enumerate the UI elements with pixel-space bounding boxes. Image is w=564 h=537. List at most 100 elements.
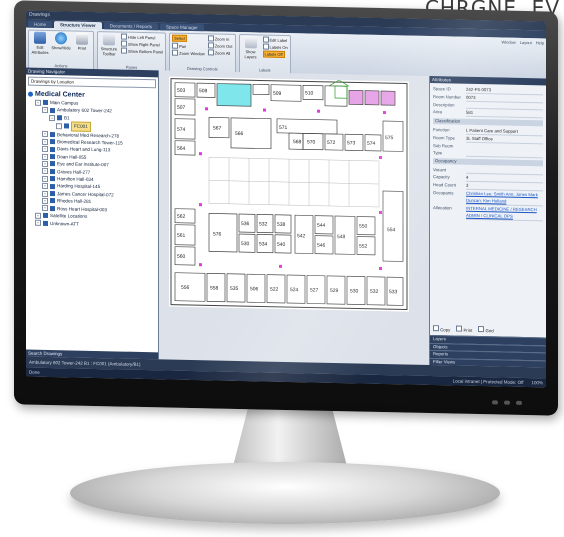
room-number[interactable]: 524: [290, 287, 299, 293]
room-number[interactable]: 561: [177, 233, 186, 239]
expand-icon[interactable]: +: [42, 197, 48, 204]
pan-tool-button[interactable]: Pan: [172, 42, 205, 50]
room-number[interactable]: 572: [327, 140, 336, 146]
expand-icon[interactable]: +: [42, 131, 48, 138]
room-number[interactable]: 556: [181, 285, 190, 291]
room-number[interactable]: 509: [273, 91, 282, 97]
room-number[interactable]: 571: [279, 125, 288, 131]
monitor-button[interactable]: [492, 400, 498, 405]
room-number[interactable]: 503: [177, 88, 186, 94]
room-number[interactable]: 527: [310, 288, 319, 294]
print-button[interactable]: Print: [73, 32, 91, 51]
attribute-value[interactable]: INTERNAL MEDICINE / RESEARCH ADMIN / CLI…: [466, 204, 543, 222]
room-number[interactable]: 554: [387, 227, 396, 233]
room-number[interactable]: 522: [270, 287, 279, 293]
layout-menu[interactable]: Layout: [520, 40, 532, 45]
floor-plan[interactable]: 503 507 508 509 510 574 564 562 561 560 566 567 568 5…: [169, 76, 409, 312]
grid-checkbox[interactable]: Grid: [478, 326, 494, 334]
monitor-button[interactable]: [504, 400, 510, 405]
copy-checkbox[interactable]: Copy: [433, 325, 450, 333]
expand-icon[interactable]: +: [35, 99, 41, 106]
room-number[interactable]: 566: [235, 131, 244, 137]
room-number[interactable]: 540: [277, 242, 286, 248]
room-number[interactable]: 546: [317, 243, 326, 249]
expand-icon[interactable]: +: [42, 106, 48, 114]
attribute-value[interactable]: 581: [466, 108, 543, 119]
show-layers-button[interactable]: Show Layers: [242, 36, 260, 59]
tab-home[interactable]: Home: [28, 20, 53, 29]
room-number[interactable]: 562: [177, 214, 186, 220]
zoom-out-button[interactable]: Zoom Out: [207, 42, 233, 49]
zoom-all-button[interactable]: Zoom All: [207, 49, 233, 56]
monitor-power-button[interactable]: [516, 400, 522, 405]
labels-on-button[interactable]: Labels On: [262, 43, 288, 51]
expand-icon[interactable]: +: [42, 190, 48, 197]
room-number[interactable]: 573: [347, 140, 356, 146]
room-number[interactable]: 507: [177, 105, 186, 111]
room-number[interactable]: 538: [277, 222, 286, 228]
expand-icon[interactable]: +: [42, 138, 48, 145]
edit-attributes-button[interactable]: Edit Attributes: [31, 31, 49, 55]
expand-icon[interactable]: [56, 123, 62, 130]
tree-item[interactable]: + Unknown-ATT: [28, 219, 156, 229]
show-bottom-panel-checkbox[interactable]: Show Bottom Panel: [121, 47, 163, 55]
room-number[interactable]: 532: [259, 221, 268, 227]
expand-icon[interactable]: +: [42, 175, 48, 182]
room-number[interactable]: 530: [350, 288, 359, 294]
hide-left-panel-checkbox[interactable]: Hide Left Panel: [121, 33, 163, 41]
room-number[interactable]: 535: [230, 286, 239, 292]
room-number[interactable]: 568: [293, 139, 302, 145]
room-number[interactable]: 558: [210, 285, 219, 291]
room-number[interactable]: 536: [241, 221, 250, 227]
select-tool-button[interactable]: Select: [172, 34, 205, 43]
expand-icon[interactable]: +: [42, 160, 48, 167]
attribute-value[interactable]: Christian Lee; Smith Ann; Jones Mark Dun…: [466, 189, 543, 207]
drawings-by-combo[interactable]: Drawings by Location: [28, 76, 156, 89]
expand-icon[interactable]: +: [42, 146, 48, 153]
show-right-panel-checkbox[interactable]: Show Right Panel: [121, 40, 163, 48]
edit-label-button[interactable]: Edit Label: [262, 36, 288, 44]
room-number[interactable]: 544: [317, 223, 326, 229]
room-number[interactable]: 530: [241, 241, 250, 247]
structure-toolbar-button[interactable]: Structure Toolbar: [100, 33, 118, 56]
room-number[interactable]: 550: [359, 224, 368, 230]
attribute-value[interactable]: [466, 142, 543, 159]
room-number[interactable]: 567: [213, 125, 222, 131]
room-number[interactable]: 576: [213, 231, 222, 237]
expand-icon[interactable]: +: [42, 153, 48, 160]
zoom-in-button[interactable]: Zoom In: [207, 35, 233, 42]
room-number[interactable]: 510: [305, 90, 314, 96]
room-number[interactable]: 508: [199, 88, 208, 94]
expand-icon[interactable]: +: [49, 114, 55, 121]
room-number[interactable]: 560: [177, 254, 186, 260]
room-number[interactable]: 532: [370, 289, 379, 295]
room-number[interactable]: 564: [177, 146, 186, 152]
tab-space-manager[interactable]: Space Manager: [159, 23, 204, 32]
help-menu[interactable]: Help: [536, 40, 544, 45]
print-checkbox[interactable]: Print: [456, 325, 472, 334]
drawing-canvas[interactable]: 503 507 508 509 510 574 564 562 561 560 566 567 568 5…: [159, 70, 429, 365]
room-number[interactable]: 548: [337, 234, 346, 240]
expand-icon[interactable]: +: [42, 183, 48, 190]
room-number[interactable]: 575: [385, 135, 394, 141]
room-number[interactable]: 574: [177, 127, 186, 133]
tab-documents[interactable]: Documents / Reports: [103, 22, 158, 31]
expand-icon[interactable]: +: [35, 219, 41, 227]
room-number[interactable]: 534: [259, 241, 268, 247]
room-number[interactable]: 574: [367, 141, 376, 147]
room-number[interactable]: 533: [389, 289, 398, 295]
expand-icon[interactable]: +: [35, 212, 41, 219]
expand-icon[interactable]: +: [42, 168, 48, 175]
zoom-window-button[interactable]: Zoom Window: [172, 49, 205, 57]
room-number[interactable]: 570: [307, 139, 316, 145]
room-number[interactable]: 552: [359, 244, 368, 250]
tab-structure-viewer[interactable]: Structure Viewer: [54, 21, 102, 30]
labels-off-button[interactable]: Labels Off: [262, 50, 288, 59]
room-number[interactable]: 542: [297, 233, 306, 239]
window-menu[interactable]: Window: [502, 40, 516, 45]
show-hide-button[interactable]: Show/Hide: [51, 32, 71, 50]
room-number[interactable]: 529: [330, 288, 339, 294]
zoom-level[interactable]: 100%: [531, 378, 543, 387]
expand-icon[interactable]: +: [42, 205, 48, 212]
room-number[interactable]: 506: [250, 286, 259, 292]
